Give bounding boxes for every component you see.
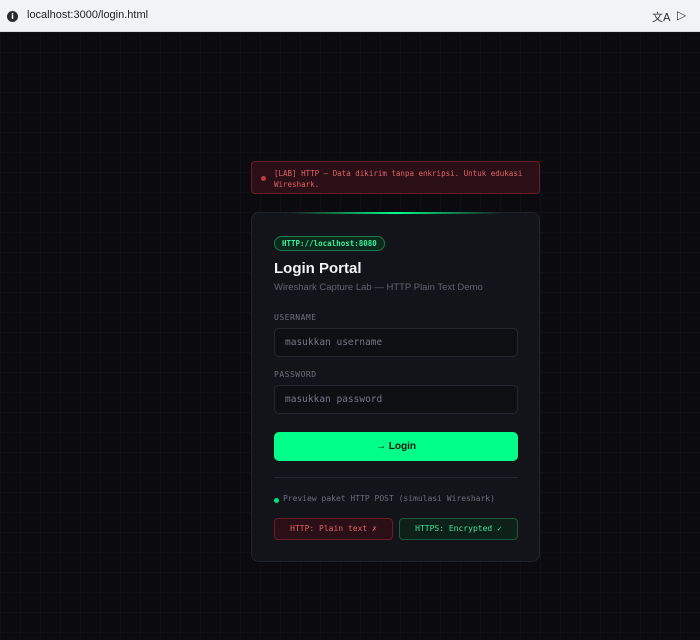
- warning-banner: [LAB] HTTP — Data dikirim tanpa enkripsi…: [251, 161, 540, 194]
- https-status-badge: HTTPS: Encrypted ✓: [399, 518, 518, 540]
- username-input[interactable]: [274, 328, 518, 357]
- page-subtitle: Wireshark Capture Lab — HTTP Plain Text …: [274, 282, 483, 293]
- password-input[interactable]: [274, 385, 518, 414]
- address-bar[interactable]: localhost:3000/login.html: [27, 9, 148, 21]
- divider: [274, 477, 518, 478]
- status-dot-icon: [274, 498, 279, 503]
- warning-dot-icon: [261, 176, 266, 181]
- password-label: PASSWORD: [274, 370, 317, 379]
- browser-toolbar: i localhost:3000/login.html 文A ▷: [0, 0, 700, 32]
- login-card: HTTP://localhost:8080 Login Portal Wires…: [251, 212, 540, 562]
- info-icon[interactable]: i: [7, 11, 18, 22]
- page-title: Login Portal: [274, 260, 362, 277]
- preview-text: Preview paket HTTP POST (simulasi Wiresh…: [283, 494, 495, 503]
- url-badge: HTTP://localhost:8080: [274, 236, 385, 251]
- send-icon[interactable]: ▷: [677, 8, 686, 22]
- username-label: USERNAME: [274, 313, 317, 322]
- translate-icon[interactable]: 文A: [652, 9, 671, 25]
- login-button[interactable]: → Login: [274, 432, 518, 461]
- http-status-badge: HTTP: Plain text ✗: [274, 518, 393, 540]
- card-glow-line: [292, 212, 501, 214]
- page-content: [LAB] HTTP — Data dikirim tanpa enkripsi…: [0, 32, 700, 640]
- warning-text: [LAB] HTTP — Data dikirim tanpa enkripsi…: [274, 169, 523, 189]
